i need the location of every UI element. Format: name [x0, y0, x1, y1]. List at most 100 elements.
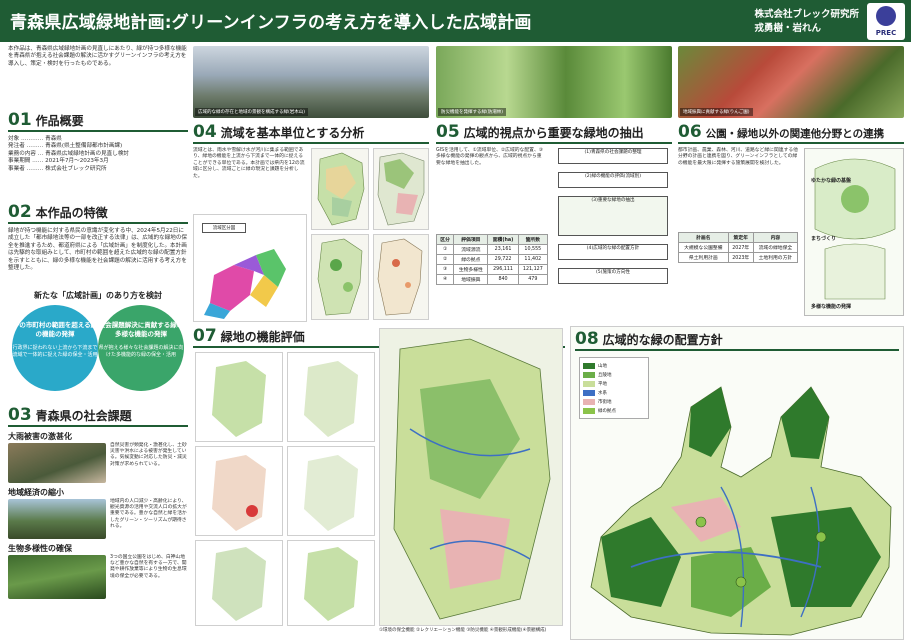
- section-04: 04 流域を基本単位とする分析 流域とは、雨水や雪解け水が河川に集まる範囲であり、…: [193, 122, 429, 322]
- issue-title: 地域経済の縮小: [8, 488, 64, 497]
- section-04-heading: 04 流域を基本単位とする分析: [193, 122, 429, 144]
- author-names: 戎勇樹・岩れん: [754, 23, 821, 34]
- section-07-caption: ①環境の保全機能 ②レクリエーション機能 ③防災機能 ④景観形成機能(④景観構成…: [379, 628, 547, 633]
- section-number: 01: [8, 110, 32, 130]
- overview-list: 対象 ………… 青森県 発注者 ……… 青森県(県土整備部都市計画課) 業務の内…: [8, 136, 188, 202]
- table-cell: 生物多様性: [453, 264, 489, 275]
- landuse-map-graphic: [377, 152, 425, 226]
- landuse-map: [373, 148, 429, 230]
- issue-title: 生物多様性の確保: [8, 544, 72, 553]
- apple-orchard-photo: 地域振興に貢献する緑(りんご園): [678, 46, 904, 118]
- photo-caption: 広域的な緑の存在と地域の景観を構成する緑(岩木山): [195, 108, 309, 116]
- watershed-map: [311, 148, 369, 230]
- table-header: 計画名: [678, 232, 729, 243]
- evaluation-map-3-graphic: [212, 455, 266, 531]
- diagram-label: まちづくり: [811, 236, 837, 242]
- section-label: 青森県の社会課題: [35, 409, 132, 423]
- table-row: 県土利用計画 2023年 土地利用の方針: [678, 252, 799, 263]
- evaluation-map-4: [287, 446, 375, 536]
- section-06-text: 都市計画、農業、森林、河川、道路など緑に関連する他分野の計画と連携を図り、グリー…: [678, 148, 798, 166]
- flow-step: (3)重要な緑地の抽出: [558, 196, 668, 236]
- overview-row: 事業者 ……… 株式会社ブレック研究所: [8, 165, 107, 172]
- flow-step: (5)施策の方向性: [558, 268, 668, 284]
- evaluation-map-4-graphic: [304, 455, 358, 531]
- issue-text: 3つの国立公園をはじめ、白神山地など豊かな自然を有する一方で、開発や耕作放棄等に…: [110, 555, 187, 579]
- diagram-label: 多様な機能の発揮: [811, 304, 852, 310]
- table-cell: 840: [487, 274, 519, 285]
- green-infrastructure-diagram: ゆたかな緑の基盤 まちづくり 多様な機能の発揮: [804, 148, 904, 316]
- section-06: 06 公園・緑地以外の関連他分野との連携 都市計画、農業、森林、河川、道路など緑に…: [678, 122, 904, 322]
- table-cell: 121,127: [517, 264, 549, 275]
- features-text: 緑地が持つ機能に対する県民の意識が変化する中、2024年5月22日に成立した「都…: [8, 228, 188, 272]
- watershed-map-graphic: [317, 152, 365, 226]
- evaluation-map-2: [287, 352, 375, 442]
- section-number: 08: [575, 329, 599, 349]
- table-row: ④ 地域振興 840 479: [435, 274, 549, 285]
- table-cell: 296,111: [487, 264, 519, 275]
- circle-subtext: 県が抱える様々な社会課題の解決に向けた多機能的な緑の保全・活用: [98, 345, 184, 358]
- main-evaluation-map-graphic: [393, 338, 551, 620]
- section-number: 04: [193, 122, 217, 142]
- section-label: 緑地の機能評価: [220, 330, 305, 344]
- logo-mark-icon: [876, 6, 896, 26]
- evaluation-map-5: [195, 540, 283, 626]
- section-number: 03: [8, 405, 32, 425]
- section-label: 作品概要: [35, 114, 84, 128]
- left-column: 本作品は、青森県広域緑地計画の見直しにあたり、緑が持つ多様な機能を青森県が抱える…: [8, 46, 188, 640]
- flow-step: (2)緑の機能の評価(流域別): [558, 172, 668, 188]
- diagram-box: 流域区分図: [202, 223, 246, 233]
- photo-caption: 防災機能を発揮する緑(防潮林): [438, 108, 507, 116]
- page-title: 青森県広域緑地計画:グリーンインフラの考え方を導入した広域計画: [10, 13, 532, 33]
- page-header: 青森県広域緑地計画:グリーンインフラの考え方を導入した広域計画 株式会社ブレック…: [0, 0, 911, 42]
- table-cell: ②: [435, 254, 455, 265]
- section-number: 05: [436, 122, 460, 142]
- table-row: 大規模な公園整備 2027年 流域の緑地保全: [678, 242, 799, 253]
- regional-economy-photo: [8, 499, 106, 539]
- circle-subtext: 行政界に捉われない上流から下流まで流域で一体的に捉えた緑の保全・活用: [12, 345, 98, 358]
- circle-title: 一の市町村の範囲を超える緑の機能の発揮: [12, 321, 98, 338]
- section-number: 06: [678, 122, 702, 142]
- prec-logo: PREC: [867, 3, 905, 40]
- table-row: ② 緑の拠点 29,722 11,402: [435, 254, 549, 265]
- overview-row: 発注者 ……… 青森県(県土整備部都市計画課): [8, 143, 123, 150]
- table-cell: 流域の緑地保全: [752, 242, 799, 253]
- circle-social-issues: 社会課題解決に貢献する緑の多様な機能の発揮 県が抱える様々な社会課題の解決に向け…: [98, 305, 184, 391]
- table-cell: 流域源流: [453, 244, 489, 255]
- section-05-heading: 05 広域的視点から重要な緑地の抽出: [436, 122, 672, 144]
- circle-function-beyond-municipality: 一の市町村の範囲を超える緑の機能の発揮 行政界に捉われない上流から下流まで流域で…: [12, 305, 98, 391]
- section-label: 広域的な緑の配置方針: [602, 333, 723, 347]
- issue-title: 大雨被害の激甚化: [8, 432, 72, 441]
- table-cell: ③: [435, 264, 455, 275]
- table-cell: ①: [435, 244, 455, 255]
- features-circles: 一の市町村の範囲を超える緑の機能の発揮 行政界に捉われない上流から下流まで流域で…: [8, 305, 188, 401]
- table-row: ① 流域源流 23,161 10,555: [435, 244, 549, 255]
- section-label: 流域を基本単位とする分析: [220, 126, 365, 140]
- table-cell: ④: [435, 274, 455, 285]
- table-cell: 2027年: [727, 242, 754, 253]
- table-header: 面積(ha): [487, 234, 519, 245]
- related-plans-table: 計画名 策定年 内容 大規模な公園整備 2027年 流域の緑地保全 県土利用計画…: [678, 232, 799, 263]
- population-map-graphic: [377, 238, 423, 316]
- table-header: 箇所数: [517, 234, 549, 245]
- green-infrastructure-graphic: [814, 158, 896, 300]
- section-03-heading: 03 青森県の社会課題: [8, 405, 188, 427]
- section-05-text: GISを活用して、①流域単位、②広域的な配置、③多様な機能の発揮の観点から、広域…: [436, 148, 544, 166]
- table-header: 内容: [752, 232, 799, 243]
- extraction-table: 区分 評価項目 面積(ha) 箇所数 ① 流域源流 23,161 10,555 …: [435, 234, 549, 285]
- table-cell: 10,555: [517, 244, 549, 255]
- section-number: 02: [8, 202, 32, 222]
- evaluation-map-3: [195, 446, 283, 536]
- evaluation-map-6-graphic: [304, 547, 358, 621]
- green-status-map: [311, 234, 369, 320]
- section-label: 本作品の特徴: [35, 206, 108, 220]
- watershed-division-diagram: 流域区分図: [193, 214, 307, 322]
- table-cell: 23,161: [487, 244, 519, 255]
- evaluation-map-5-graphic: [212, 547, 266, 621]
- section-05: 05 広域的視点から重要な緑地の抽出 GISを活用して、①流域単位、②広域的な配置…: [435, 122, 672, 322]
- table-cell: 479: [517, 274, 549, 285]
- function-evaluation-main-map: [379, 328, 563, 626]
- intro-text: 本作品は、青森県広域緑地計画の見直しにあたり、緑が持つ多様な機能を青森県が抱える…: [8, 46, 187, 67]
- evaluation-map-6: [287, 540, 375, 626]
- section-07: 07 緑地の機能評価 ①環境の保全機能 ②レクリエーション機能 ③防災機能 ④景観…: [193, 326, 565, 640]
- table-cell: 2023年: [727, 252, 754, 263]
